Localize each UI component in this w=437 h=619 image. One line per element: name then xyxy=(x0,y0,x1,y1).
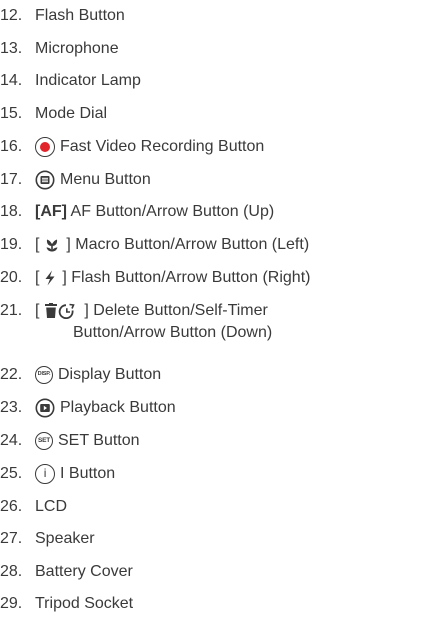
list-item: 27. Speaker xyxy=(0,528,437,550)
playback-icon xyxy=(35,398,55,418)
item-number: 27. xyxy=(0,530,23,547)
item-number: 14. xyxy=(0,72,23,89)
item-number: 19. xyxy=(0,236,23,253)
item-label: LCD xyxy=(35,498,68,515)
item-label: Display Button xyxy=(58,366,162,383)
item-number: 13. xyxy=(0,40,23,57)
item-number: 17. xyxy=(0,171,23,188)
item-number: 22. xyxy=(0,366,23,383)
list-item: 20. [ ] Flash Button/Arrow Button (Right… xyxy=(0,267,437,289)
item-label: Flash Button/Arrow Button (Right) xyxy=(71,269,311,286)
flash-bolt-icon xyxy=(44,270,56,286)
set-icon: SET xyxy=(35,431,53,450)
item-number: 26. xyxy=(0,498,23,515)
item-label: Tripod Socket xyxy=(35,595,134,612)
bracket-open: [ xyxy=(35,269,40,286)
list-item: 12. Flash Button xyxy=(0,5,437,27)
list-item: 23. Playback Button xyxy=(0,397,437,419)
item-label: Microphone xyxy=(35,40,119,57)
item-number: 28. xyxy=(0,563,23,580)
item-number: 16. xyxy=(0,138,23,155)
item-label: Speaker xyxy=(35,530,95,547)
item-label: I Button xyxy=(60,465,116,482)
list-item: 25. i I Button xyxy=(0,463,437,485)
disp-icon: DISP. xyxy=(35,365,53,384)
item-number: 25. xyxy=(0,465,23,482)
item-number: 21. xyxy=(0,302,23,319)
list-item: 21. [ ] Delete Button/Self-Timer xyxy=(0,300,437,322)
bracket-open: [ xyxy=(35,236,40,253)
item-label: Playback Button xyxy=(60,399,176,416)
item-number: 29. xyxy=(0,595,23,612)
list-item: 18. [AF] AF Button/Arrow Button (Up) xyxy=(0,201,437,223)
bracket-close: ] xyxy=(84,302,89,319)
item-label: Fast Video Recording Button xyxy=(60,138,265,155)
list-item: 16. Fast Video Recording Button xyxy=(0,136,437,158)
menu-icon xyxy=(35,170,55,190)
item-label: SET Button xyxy=(58,432,140,449)
list-item: 28. Battery Cover xyxy=(0,561,437,583)
delete-selftimer-icon xyxy=(44,302,78,319)
item-label: Battery Cover xyxy=(35,563,133,580)
macro-flower-icon xyxy=(44,237,60,253)
list-item: 26. LCD xyxy=(0,496,437,518)
list-item: 22. DISP. Display Button xyxy=(0,364,437,386)
af-icon: [AF] xyxy=(35,203,67,220)
bracket-open: [ xyxy=(35,302,40,319)
list-item: 24. SET SET Button xyxy=(0,430,437,452)
item-label: Indicator Lamp xyxy=(35,72,141,89)
bracket-close: ] xyxy=(62,269,67,286)
list-item: 29. Tripod Socket xyxy=(0,593,437,615)
item-label: Mode Dial xyxy=(35,105,108,122)
list-item: 19. [ ] Macro Button/Arrow Button (Left) xyxy=(0,234,437,256)
item-label: Flash Button xyxy=(35,7,125,24)
list-item: 15. Mode Dial xyxy=(0,103,437,125)
record-dot-icon xyxy=(35,136,55,157)
item-label-continued: Button/Arrow Button (Down) xyxy=(73,324,273,341)
list-item: 17. Menu Button xyxy=(0,169,437,191)
list-item: 14. Indicator Lamp xyxy=(0,70,437,92)
item-label: Macro Button/Arrow Button (Left) xyxy=(75,236,310,253)
item-number: 24. xyxy=(0,432,23,449)
item-number: 23. xyxy=(0,399,23,416)
bracket-close: ] xyxy=(66,236,71,253)
item-number: 15. xyxy=(0,105,23,122)
item-number: 12. xyxy=(0,7,23,24)
list-item: 13. Microphone xyxy=(0,38,437,60)
item-number: 18. xyxy=(0,203,23,220)
info-i-icon: i xyxy=(35,463,55,484)
item-number: 20. xyxy=(0,269,23,286)
item-label: Delete Button/Self-Timer xyxy=(93,302,268,319)
item-label: AF Button/Arrow Button (Up) xyxy=(70,203,275,220)
item-label: Menu Button xyxy=(60,171,151,188)
